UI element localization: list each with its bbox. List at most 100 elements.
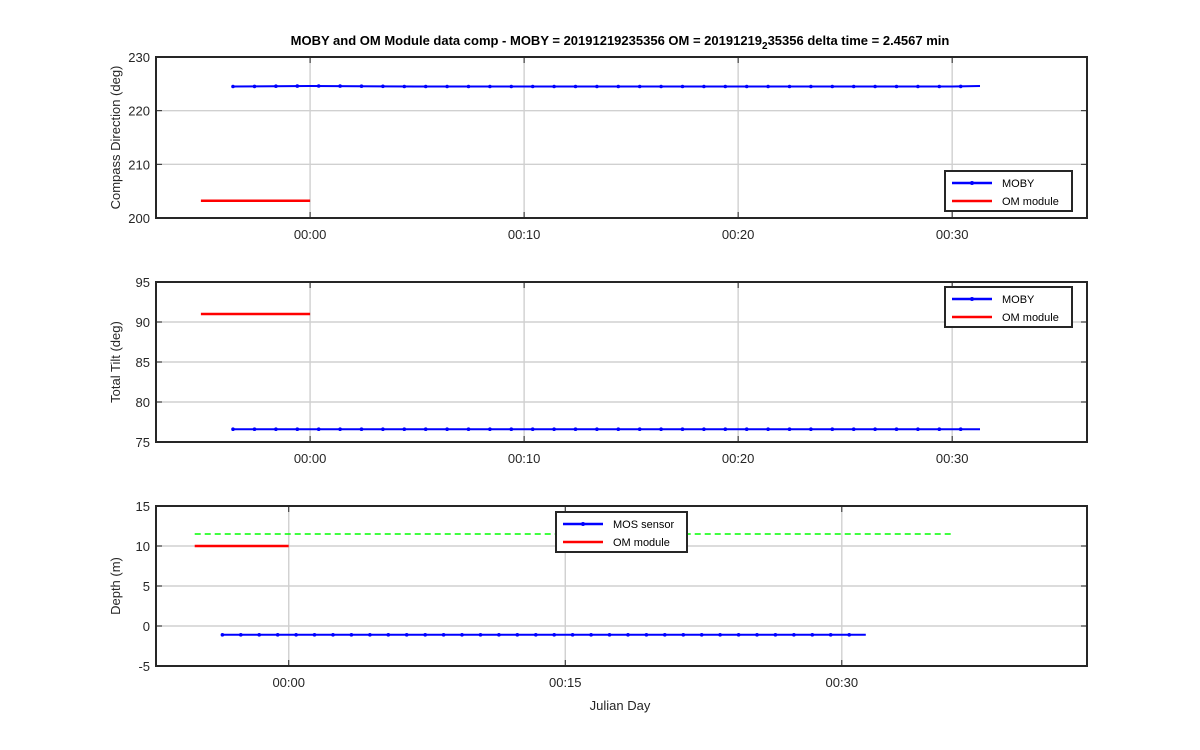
y-tick-label: 75 xyxy=(136,435,150,450)
data-point xyxy=(773,633,778,637)
data-point xyxy=(787,427,792,432)
data-point xyxy=(316,427,321,432)
data-point xyxy=(488,427,492,432)
y-tick-label: 90 xyxy=(136,315,150,330)
data-point xyxy=(257,633,262,637)
data-point xyxy=(607,633,612,637)
data-point xyxy=(744,427,749,432)
data-point xyxy=(274,427,278,432)
data-point xyxy=(530,84,535,89)
y-tick-label: 15 xyxy=(136,499,150,514)
legend-entry: OM module xyxy=(1002,196,1059,208)
data-point xyxy=(252,427,257,432)
data-point xyxy=(386,633,391,637)
data-point xyxy=(958,84,963,89)
data-point xyxy=(894,84,899,89)
data-point xyxy=(381,427,385,432)
data-point xyxy=(497,633,501,637)
data-point xyxy=(766,427,770,432)
data-point xyxy=(515,633,520,637)
data-point xyxy=(828,633,833,637)
legend-entry: MOBY xyxy=(1002,294,1035,306)
data-point xyxy=(460,633,464,637)
data-point xyxy=(616,427,621,432)
x-tick-label: 00:00 xyxy=(294,451,327,466)
data-point xyxy=(478,633,483,637)
data-point xyxy=(570,633,575,637)
data-point xyxy=(873,84,877,89)
data-point xyxy=(509,427,514,432)
data-point xyxy=(894,427,899,432)
legend: MOBY OM module xyxy=(944,286,1073,328)
data-point xyxy=(423,633,428,637)
data-point xyxy=(809,427,813,432)
data-point xyxy=(937,84,942,89)
data-point xyxy=(958,427,963,432)
legend: MOS sensor OM module xyxy=(555,511,688,553)
data-point xyxy=(659,84,663,89)
data-point xyxy=(488,84,492,89)
data-point xyxy=(702,427,706,432)
data-point xyxy=(509,84,514,89)
data-point xyxy=(766,84,770,89)
y-axis-label: Total Tilt (deg) xyxy=(108,321,123,403)
data-point xyxy=(830,427,835,432)
data-point xyxy=(637,84,642,89)
data-point xyxy=(723,427,728,432)
data-point xyxy=(275,633,280,637)
data-point xyxy=(359,427,364,432)
x-tick-label: 00:10 xyxy=(508,227,541,242)
x-tick-label: 00:10 xyxy=(508,451,541,466)
data-point xyxy=(239,633,243,637)
legend: MOBY OM module xyxy=(944,170,1073,212)
data-point xyxy=(851,84,856,89)
chart-title: MOBY and OM Module data comp - MOBY = 20… xyxy=(291,33,950,52)
data-point xyxy=(445,84,449,89)
data-point xyxy=(381,84,385,89)
data-point xyxy=(534,633,538,637)
data-point xyxy=(810,633,815,637)
y-tick-label: 210 xyxy=(128,157,150,172)
y-tick-label: 220 xyxy=(128,104,150,119)
data-point xyxy=(441,633,446,637)
x-tick-label: 00:30 xyxy=(936,227,969,242)
series-line-moby xyxy=(232,84,981,88)
data-point xyxy=(589,633,593,637)
data-point xyxy=(851,427,856,432)
data-point xyxy=(723,84,728,89)
data-point xyxy=(755,633,759,637)
data-point xyxy=(663,633,667,637)
data-point xyxy=(294,633,298,637)
data-point xyxy=(873,427,877,432)
data-point xyxy=(787,84,792,89)
data-point xyxy=(681,633,686,637)
data-point xyxy=(699,633,704,637)
data-point xyxy=(916,427,920,432)
y-tick-label: 200 xyxy=(128,211,150,226)
y-tick-label: 230 xyxy=(128,50,150,65)
data-point xyxy=(595,427,599,432)
x-tick-label: 00:20 xyxy=(722,227,755,242)
data-point xyxy=(847,633,851,637)
y-tick-label: -5 xyxy=(138,659,150,674)
y-axis-label: Depth (m) xyxy=(108,557,123,615)
data-point xyxy=(736,633,741,637)
chart-title-tail: 35356 delta time = 2.4567 min xyxy=(768,33,950,48)
x-tick-label: 00:15 xyxy=(549,675,582,690)
compass-direction-subplot: 00:00 00:10 00:20 00:30 200 210 220 230 Compass … xyxy=(108,50,1088,242)
data-point xyxy=(402,427,407,432)
data-point xyxy=(637,427,642,432)
legend-entry: OM module xyxy=(613,537,670,549)
y-tick-label: 85 xyxy=(136,355,150,370)
legend-entry: MOBY xyxy=(1002,178,1035,190)
data-point xyxy=(809,84,813,89)
y-tick-label: 95 xyxy=(136,275,150,290)
data-point xyxy=(573,84,578,89)
legend-marker xyxy=(970,181,974,185)
data-point xyxy=(338,427,342,432)
data-point xyxy=(659,427,663,432)
total-tilt-subplot: 00:00 00:10 00:20 00:30 75 80 85 90 95 Total Tilt… xyxy=(108,275,1088,466)
data-point xyxy=(573,427,578,432)
depth-subplot: 00:00 00:15 00:30 -5 0 5 10 15 Depth (m) MOS sens… xyxy=(108,499,1088,690)
data-point xyxy=(423,427,428,432)
